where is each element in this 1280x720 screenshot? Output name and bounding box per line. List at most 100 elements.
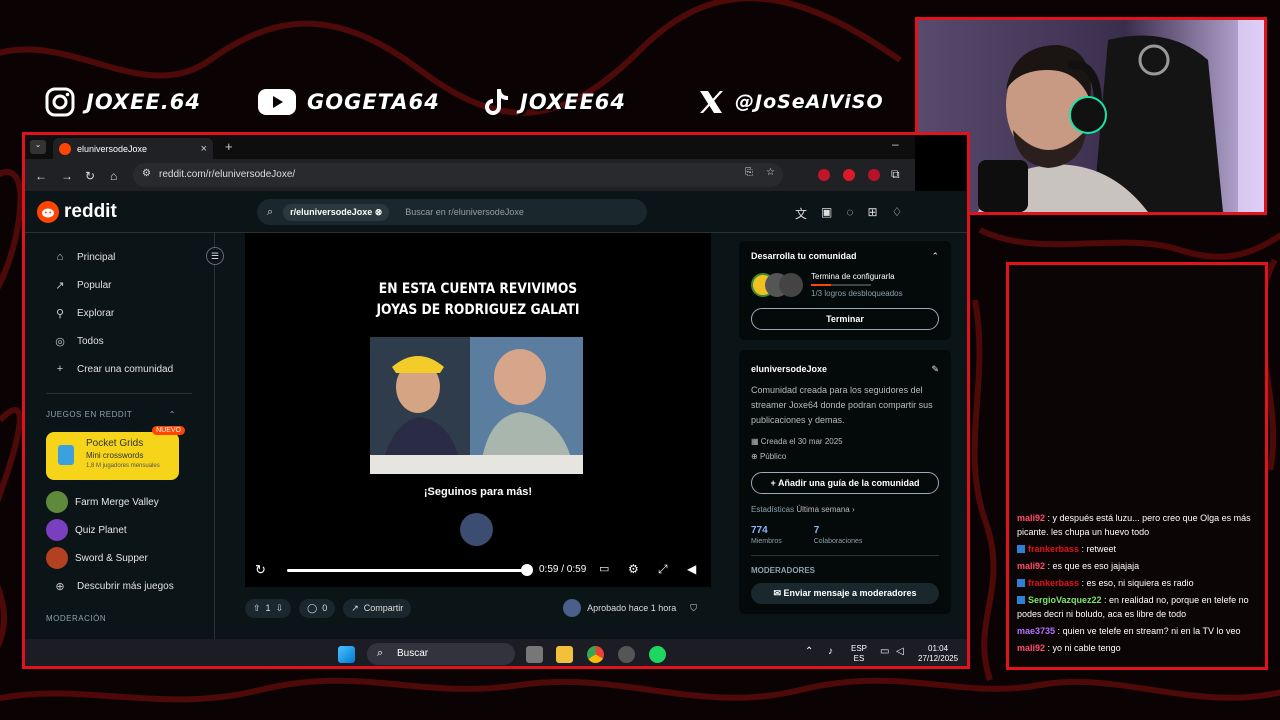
chat-icon[interactable]: ◌ [846, 205, 853, 222]
bookmark-star-icon[interactable]: ☆ [766, 167, 775, 178]
back-icon[interactable]: ← [35, 169, 47, 183]
taskbar-search[interactable]: ⌕ Buscar [367, 643, 515, 665]
settings-gear-icon[interactable]: ⚙ [628, 562, 639, 576]
create-post-icon[interactable]: ⊞ [868, 205, 878, 222]
language-indicator[interactable]: ESP ES [851, 644, 867, 664]
new-tab-icon[interactable]: + [225, 139, 233, 154]
chat-username[interactable]: mali92 [1017, 513, 1045, 523]
search-community-chip[interactable]: r/eluniversodeJoxe ⊗ [283, 203, 390, 221]
install-icon[interactable]: ⎘ [745, 167, 753, 178]
comments-button[interactable]: ◯ 0 [299, 598, 336, 618]
home-browser-icon[interactable]: ⌂ [110, 169, 117, 183]
volume-tray-icon[interactable]: ◁ [896, 647, 904, 657]
network-icon[interactable]: ▭ [880, 647, 889, 657]
downvote-icon[interactable]: ⇩ [276, 603, 284, 614]
site-info-icon[interactable]: ⚙ [142, 168, 151, 179]
sidebar-item-crear-una-comunidad[interactable]: + Crear una comunidad [25, 355, 214, 383]
forward-icon[interactable]: → [61, 169, 73, 183]
video-player[interactable]: EN ESTA CUENTA REVIVIMOS JOYAS DE RODRIG… [245, 233, 711, 587]
task-view-icon[interactable] [526, 646, 543, 663]
sidebar-item-label: Popular [77, 279, 112, 291]
message-mods-button[interactable]: ✉ Enviar mensaje a moderadores [751, 583, 939, 604]
gamepad-icon: ⊕ [55, 580, 65, 593]
stats-period-selector[interactable]: Última semana [796, 505, 849, 514]
chat-message: mali92 : es que es eso jajajaja [1017, 559, 1259, 573]
subscriber-badge-icon [1017, 596, 1025, 604]
upvote-icon[interactable]: ⇧ [253, 603, 261, 614]
finish-setup-button[interactable]: Terminar [751, 308, 939, 330]
approval-status: Aprobado hace 1 hora ⛉ [563, 599, 697, 617]
edit-pencil-icon[interactable]: ✎ [931, 364, 939, 375]
clock[interactable]: 01:04 27/12/2025 [918, 644, 958, 664]
volume-icon[interactable]: ◀ [687, 562, 696, 576]
games-section-header[interactable]: JUEGOS EN REDDIT ⌃ [25, 410, 214, 428]
featured-game-card[interactable]: Pocket Grids Mini crosswords 1,8 M jugad… [46, 426, 185, 480]
game-item[interactable]: Sword & Supper [25, 544, 214, 572]
translate-icon[interactable]: 文 [795, 205, 807, 222]
reddit-wordmark: reddit [64, 201, 117, 222]
game-icon [46, 491, 68, 513]
tray-chevron-icon[interactable]: ⌃ [805, 647, 813, 657]
tab-list-icon[interactable]: ⌄ [30, 140, 46, 154]
vote-control[interactable]: ⇧ 1 ⇩ [245, 598, 292, 618]
browser-tab[interactable]: eluniversodeJoxe × [53, 138, 213, 159]
ads-icon[interactable]: ▣ [821, 205, 832, 222]
minimize-icon[interactable]: – [892, 137, 899, 151]
sidebar-item-label: Principal [77, 251, 116, 263]
reload-icon[interactable]: ↻ [85, 169, 95, 183]
adblock-icon[interactable] [868, 169, 880, 181]
extension-icon-1[interactable] [818, 169, 830, 181]
instagram-handle: JOXEE.64 [86, 90, 201, 114]
chrome-icon[interactable] [587, 646, 604, 663]
extension-icon-2[interactable] [843, 169, 855, 181]
chat-username[interactable]: frankerbass [1028, 578, 1079, 588]
chat-text: retweet [1086, 544, 1117, 554]
close-tab-icon[interactable]: × [201, 143, 207, 155]
progress-bar[interactable] [287, 569, 527, 572]
url-field[interactable]: ⚙ reddit.com/r/eluniversodeJoxe/ ⎘ ☆ [133, 163, 783, 187]
video-still-image [370, 337, 583, 474]
extensions-puzzle-icon[interactable]: ⧉ [891, 167, 900, 182]
sidebar-item-popular[interactable]: ↗ Popular [25, 271, 214, 299]
chat-text: yo ni cable tengo [1052, 643, 1121, 653]
browser-tab-bar: ⌄ eluniversodeJoxe × + – [25, 135, 915, 159]
game-item[interactable]: Farm Merge Valley [25, 488, 214, 516]
sidebar-item-todos[interactable]: ◎ Todos [25, 327, 214, 355]
replay-icon[interactable]: ↻ [255, 562, 266, 578]
captions-icon[interactable]: ▭ [599, 562, 609, 575]
reddit-logo[interactable]: reddit [37, 201, 117, 223]
progress-knob[interactable] [521, 564, 533, 576]
spotify-icon[interactable] [649, 646, 666, 663]
moderation-label: MODERACIÓN [46, 614, 107, 623]
add-guide-button[interactable]: + Añadir una guía de la comunidad [751, 472, 939, 494]
windows-start-icon[interactable] [338, 646, 355, 663]
moderation-section-header[interactable]: MODERACIÓN [25, 614, 214, 632]
chat-username[interactable]: mali92 [1017, 561, 1045, 571]
chevron-up-icon[interactable]: ⌃ [931, 251, 939, 262]
reddit-search-bar[interactable]: ⌕ r/eluniversodeJoxe ⊗ Buscar en r/eluni… [257, 199, 647, 225]
notifications-icon[interactable]: ♢ [892, 205, 903, 222]
sidebar-item-label: Todos [77, 335, 104, 347]
game-item[interactable]: Quiz Planet [25, 516, 214, 544]
share-button[interactable]: ↗ Compartir [343, 598, 412, 618]
contributions-label: Colaboraciones [813, 538, 863, 545]
games-section-label: JUEGOS EN REDDIT [46, 410, 133, 419]
chat-username[interactable]: SergioVazquez22 [1028, 595, 1102, 605]
subscriber-badge-icon [1017, 545, 1025, 553]
sidebar-item-principal[interactable]: ⌂ Principal [25, 243, 214, 271]
reddit-page: reddit ⌕ r/eluniversodeJoxe ⊗ Buscar en … [25, 191, 967, 639]
discover-games-link[interactable]: ⊕ Descubrir más juegos [25, 572, 214, 600]
chat-username[interactable]: frankerbass [1028, 544, 1079, 554]
shield-icon[interactable]: ⛉ [690, 603, 697, 614]
chat-username[interactable]: mae3735 [1017, 626, 1055, 636]
collapse-sidebar-icon[interactable]: ☰ [206, 247, 224, 265]
sidebar-item-explorar[interactable]: ⚲ Explorar [25, 299, 214, 327]
chat-username[interactable]: mali92 [1017, 643, 1045, 653]
microphone-icon[interactable]: ♪ [828, 647, 833, 657]
pocket-grids-icon [58, 445, 74, 465]
members-label: Miembros [751, 538, 782, 545]
obs-icon[interactable] [618, 646, 635, 663]
fullscreen-icon[interactable]: ⤢ [658, 562, 668, 577]
post-actions: ⇧ 1 ⇩ ◯ 0 ↗ Compartir Aprobado hace 1 ho… [245, 597, 711, 619]
file-explorer-icon[interactable] [556, 646, 573, 663]
